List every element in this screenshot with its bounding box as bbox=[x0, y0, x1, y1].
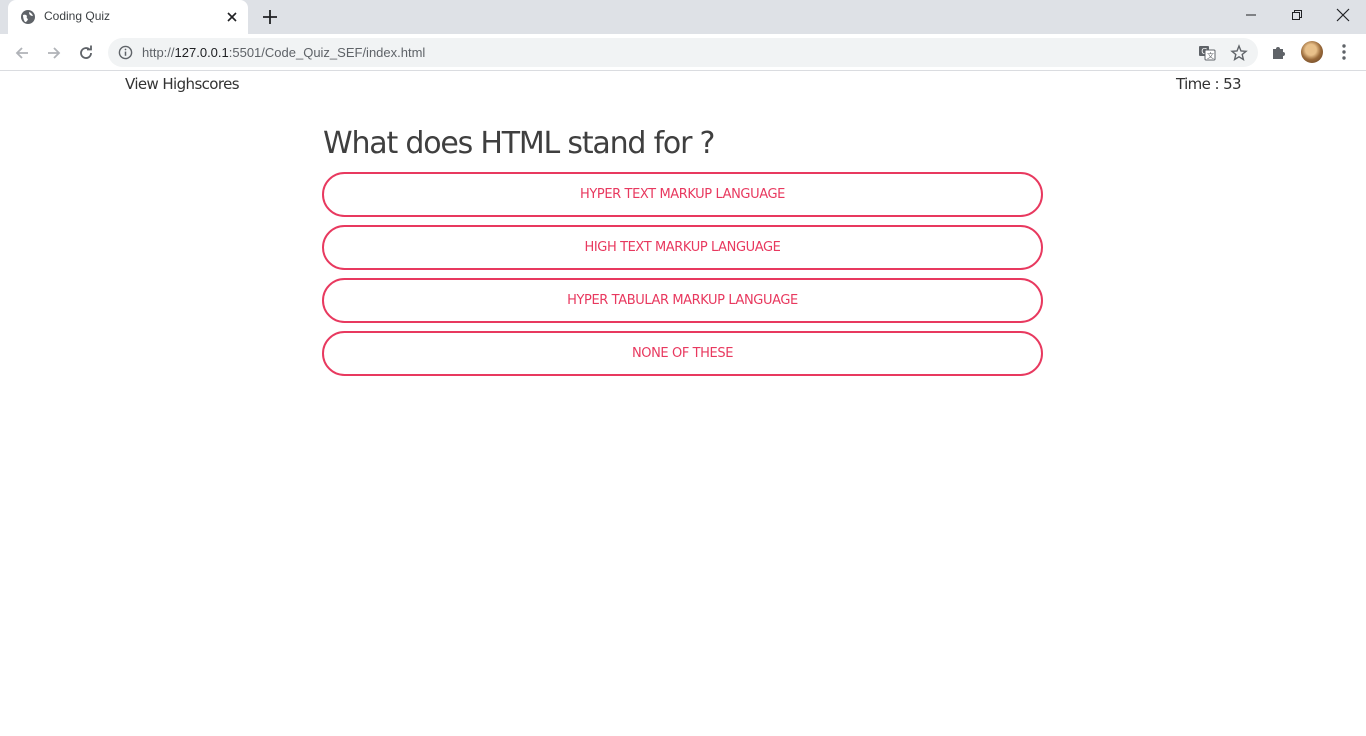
arrow-left-icon bbox=[15, 47, 28, 59]
answer-button[interactable]: HYPER TEXT MARKUP LANGUAGE bbox=[322, 172, 1043, 217]
restore-button[interactable] bbox=[1274, 0, 1320, 30]
browser-tab[interactable]: Coding Quiz bbox=[8, 0, 248, 34]
tab-title: Coding Quiz bbox=[44, 9, 111, 23]
url-path: :5501/Code_Quiz_SEF/index.html bbox=[228, 45, 426, 60]
globe-icon bbox=[21, 10, 35, 24]
back-button[interactable] bbox=[10, 41, 34, 65]
bookmark-star-icon[interactable] bbox=[1230, 44, 1248, 62]
info-icon[interactable] bbox=[118, 45, 133, 60]
close-icon bbox=[1336, 8, 1350, 22]
view-highscores-link[interactable]: View Highscores bbox=[125, 75, 240, 93]
new-tab-icon[interactable] bbox=[260, 7, 280, 27]
url-text[interactable]: http://127.0.0.1:5501/Code_Quiz_SEF/inde… bbox=[142, 45, 425, 60]
answer-button[interactable]: NONE OF THESE bbox=[322, 331, 1043, 376]
reload-icon bbox=[80, 45, 92, 59]
arrow-right-icon bbox=[48, 47, 61, 59]
url-scheme: http:// bbox=[142, 45, 175, 60]
forward-button[interactable] bbox=[42, 41, 66, 65]
extensions-puzzle-icon[interactable] bbox=[1270, 43, 1288, 61]
browser-toolbar: http://127.0.0.1:5501/Code_Quiz_SEF/inde… bbox=[0, 34, 1366, 71]
kebab-menu-icon[interactable] bbox=[1336, 43, 1352, 61]
reload-button[interactable] bbox=[74, 41, 98, 65]
browser-tab-strip: Coding Quiz bbox=[0, 0, 1366, 34]
quiz-page: View Highscores Time : 53 What does HTML… bbox=[0, 71, 1366, 736]
answer-button[interactable]: HIGH TEXT MARKUP LANGUAGE bbox=[322, 225, 1043, 270]
answer-button[interactable]: HYPER TABULAR MARKUP LANGUAGE bbox=[322, 278, 1043, 323]
answer-list: HYPER TEXT MARKUP LANGUAGE HIGH TEXT MAR… bbox=[322, 172, 1043, 384]
timer: Time : 53 bbox=[1176, 75, 1242, 93]
question-text: What does HTML stand for ? bbox=[323, 126, 715, 161]
close-tab-icon[interactable] bbox=[224, 9, 240, 25]
minimize-icon bbox=[1246, 14, 1256, 16]
translate-icon[interactable]: G 文 bbox=[1198, 44, 1216, 62]
address-bar[interactable]: http://127.0.0.1:5501/Code_Quiz_SEF/inde… bbox=[108, 38, 1258, 67]
url-host: 127.0.0.1 bbox=[174, 45, 229, 60]
restore-icon bbox=[1292, 10, 1302, 20]
svg-text:文: 文 bbox=[1207, 51, 1214, 60]
close-window-button[interactable] bbox=[1320, 0, 1366, 30]
profile-avatar[interactable] bbox=[1301, 41, 1323, 63]
minimize-button[interactable] bbox=[1228, 0, 1274, 30]
